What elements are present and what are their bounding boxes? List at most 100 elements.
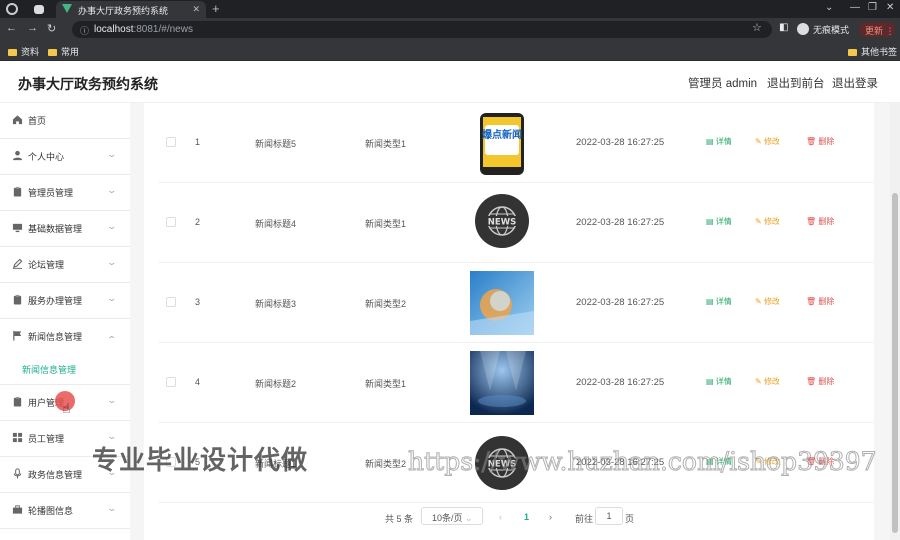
edit-label: 修改 xyxy=(763,137,780,146)
row-checkbox[interactable] xyxy=(166,217,176,227)
browser-tab[interactable]: 办事大厅政务预约系统 ✕ xyxy=(56,1,206,18)
briefcase-icon xyxy=(12,505,23,514)
chevron-down-icon: ⌄ xyxy=(465,513,473,523)
current-page[interactable]: 1 xyxy=(524,512,529,522)
sidebar-item-admins[interactable]: 管理员管理 ⌄ xyxy=(0,175,130,211)
goto-page-input[interactable]: 1 xyxy=(595,507,623,525)
edit-button[interactable]: ✎ 修改 xyxy=(755,376,780,387)
update-button[interactable]: 更新 ⋮ xyxy=(859,22,895,37)
sidebar-item-label: 新闻信息管理 xyxy=(28,332,83,342)
folder-icon xyxy=(848,49,857,56)
close-window-icon[interactable]: ✕ xyxy=(886,2,894,13)
delete-button[interactable]: 🗑 删除 xyxy=(806,376,834,387)
grid-icon xyxy=(12,432,23,443)
site-info-icon[interactable]: ⓘ xyxy=(80,24,89,37)
current-user: 管理员 admin xyxy=(688,78,758,90)
row-index: 2 xyxy=(195,217,201,227)
detail-button[interactable]: ▤ 详情 xyxy=(706,136,732,147)
new-tab-icon[interactable]: + xyxy=(212,1,220,16)
sidebar-item-label: 基础数据管理 xyxy=(28,224,83,234)
next-page-icon[interactable]: › xyxy=(549,512,552,522)
bookmark-label: 资料 xyxy=(21,47,40,57)
other-bookmarks-label: 其他书签 xyxy=(861,47,898,57)
edit-label: 修改 xyxy=(763,377,780,386)
table-row: 1 新闻标题5 新闻类型1 爆点新闻 2022-03-28 16:27:25 ▤… xyxy=(158,103,874,183)
row-title: 新闻标题2 xyxy=(255,379,297,389)
home-icon xyxy=(12,115,23,125)
incognito-label: 无痕模式 xyxy=(813,25,850,35)
edit-button[interactable]: ✎ 修改 xyxy=(755,216,780,227)
edit-button[interactable]: ✎ 修改 xyxy=(755,136,780,147)
detail-button[interactable]: ▤ 详情 xyxy=(706,296,732,307)
delete-button[interactable]: 🗑 删除 xyxy=(806,296,834,307)
row-checkbox[interactable] xyxy=(166,377,176,387)
page-unit: 页 xyxy=(625,514,635,524)
reload-icon[interactable]: ↻ xyxy=(47,22,56,35)
row-checkbox[interactable] xyxy=(166,137,176,147)
close-tab-icon[interactable]: ✕ xyxy=(192,4,200,15)
bookmark-folder-1[interactable]: 资料 xyxy=(8,45,39,58)
app-title: 办事大厅政务预约系统 xyxy=(18,76,158,92)
row-time: 2022-03-28 16:27:25 xyxy=(576,217,665,228)
row-title: 新闻标题5 xyxy=(255,139,297,149)
delete-label: 删除 xyxy=(818,377,835,386)
thumbnail-text: 爆点新闻 xyxy=(482,128,522,141)
sidebar-subitem-news-management[interactable]: 新闻信息管理 xyxy=(0,355,130,385)
news-thumbnail: NEWS xyxy=(470,191,534,255)
forward-icon[interactable]: → xyxy=(27,22,38,34)
sidebar-item-forum[interactable]: 论坛管理 ⌄ xyxy=(0,247,130,283)
sidepanel-icon[interactable]: ◧ xyxy=(779,22,788,33)
back-icon[interactable]: ← xyxy=(6,22,17,34)
window-icon[interactable] xyxy=(34,5,44,14)
browser-logo-icon xyxy=(6,3,18,15)
delete-label: 删除 xyxy=(818,137,835,146)
page-size-label: 10条/页 xyxy=(432,513,463,523)
chevron-down-icon: ⌄ xyxy=(106,221,118,231)
sidebar-item-profile[interactable]: 个人中心 ⌄ xyxy=(0,139,130,175)
news-thumbnail: 爆点新闻 xyxy=(470,111,534,175)
sidebar-item-basic-data[interactable]: 基础数据管理 ⌄ xyxy=(0,211,130,247)
scrollbar-thumb[interactable] xyxy=(892,193,898,533)
watermark-text: 专业毕业设计代做 xyxy=(92,445,309,475)
clipboard-icon xyxy=(13,186,22,197)
bookmark-star-icon[interactable]: ☆ xyxy=(752,21,762,34)
page-size-select[interactable]: 10条/页 ⌄ xyxy=(421,507,483,525)
chevron-up-icon: ⌄ xyxy=(106,334,118,344)
logout-link[interactable]: 退出登录 xyxy=(832,75,878,91)
url-field[interactable]: ⓘ localhost:8081/#/news xyxy=(72,21,772,38)
detail-button[interactable]: ▤ 详情 xyxy=(706,376,732,387)
sidebar-item-label: 管理员管理 xyxy=(28,188,74,198)
minimize-icon[interactable]: — xyxy=(850,2,860,13)
chevron-down-icon: ⌄ xyxy=(106,257,118,267)
news-thumbnail xyxy=(470,271,534,335)
scrollbar[interactable] xyxy=(890,103,900,540)
exit-to-front-link[interactable]: 退出到前台 xyxy=(767,75,825,91)
row-title: 新闻标题3 xyxy=(255,299,297,309)
delete-button[interactable]: 🗑 删除 xyxy=(806,216,834,227)
sidebar-item-home[interactable]: 首页 xyxy=(0,103,130,139)
row-title: 新闻标题4 xyxy=(255,219,297,229)
sidebar-item-carousel[interactable]: 轮播图信息 ⌄ xyxy=(0,493,130,529)
news-thumbnail xyxy=(470,351,534,415)
detail-button[interactable]: ▤ 详情 xyxy=(706,216,732,227)
folder-icon xyxy=(48,49,57,56)
restore-icon[interactable]: ❐ xyxy=(868,2,877,13)
sidebar-item-services[interactable]: 服务办理管理 ⌄ xyxy=(0,283,130,319)
table-row: 3 新闻标题3 新闻类型2 2022-03-28 16:27:25 ▤ 详情 ✎… xyxy=(158,263,874,343)
detail-label: 详情 xyxy=(715,377,732,386)
other-bookmarks[interactable]: 其他书签 xyxy=(848,45,897,58)
prev-page-icon[interactable]: ‹ xyxy=(499,512,502,522)
sidebar-item-news[interactable]: 新闻信息管理 ⌄ xyxy=(0,319,130,355)
sidebar-item-label: 服务办理管理 xyxy=(28,296,83,306)
row-time: 2022-03-28 16:27:25 xyxy=(576,137,665,148)
tab-search-icon[interactable]: ⌄ xyxy=(825,2,833,13)
watermark-url: https://www.huzhan.com/ishop39397 xyxy=(408,447,878,477)
bookmark-folder-2[interactable]: 常用 xyxy=(48,45,79,58)
sidebar-item-label: 轮播图信息 xyxy=(28,506,74,516)
delete-button[interactable]: 🗑 删除 xyxy=(806,136,834,147)
row-type: 新闻类型2 xyxy=(365,299,407,309)
row-checkbox[interactable] xyxy=(166,297,176,307)
table-row: 4 新闻标题2 新闻类型1 2022-03-28 16:27:25 ▤ 详情 ✎… xyxy=(158,343,874,423)
user-icon xyxy=(12,150,23,161)
edit-button[interactable]: ✎ 修改 xyxy=(755,296,780,307)
